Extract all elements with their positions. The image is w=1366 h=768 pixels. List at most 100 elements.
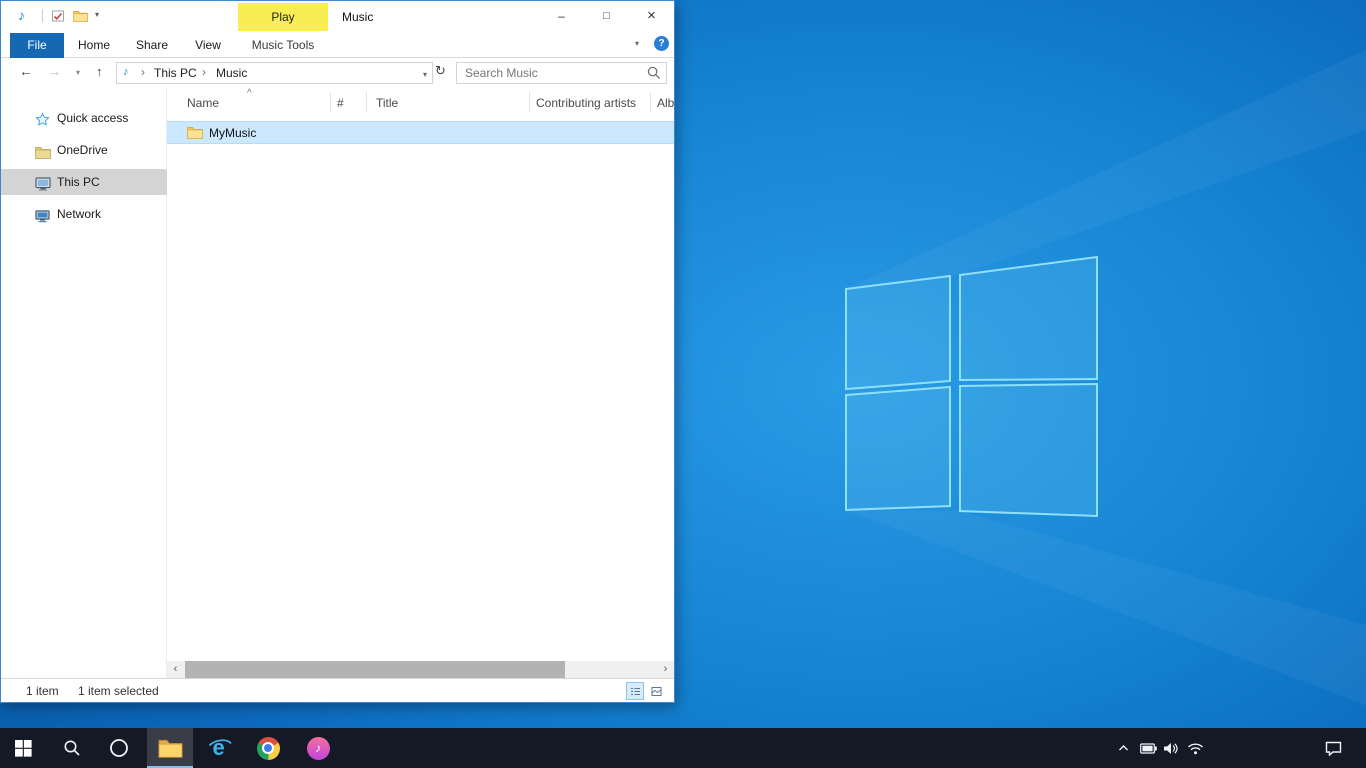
breadcrumb-this-pc[interactable]: This PC: [154, 66, 197, 80]
column-divider[interactable]: [330, 92, 331, 112]
column-header-name[interactable]: Name: [187, 96, 219, 110]
onedrive-icon: [35, 142, 51, 168]
chrome-icon: [257, 737, 280, 760]
new-folder-icon[interactable]: [73, 10, 88, 25]
ribbon-collapse-chevron-icon[interactable]: ▾: [635, 39, 639, 48]
file-list-pane: ^ Name # Title Contributing artists Alb …: [167, 88, 674, 678]
up-button[interactable]: ↑: [96, 64, 103, 79]
sidebar-item-label: OneDrive: [57, 137, 108, 163]
svg-text:e: e: [213, 735, 225, 760]
internet-explorer-icon: e: [207, 735, 233, 761]
file-explorer-window: ♪ ▾ Play Music – □ × File Home Share Vie…: [0, 0, 675, 703]
column-divider[interactable]: [650, 92, 651, 112]
app-music-note-icon[interactable]: ♪: [18, 7, 25, 23]
column-header-number[interactable]: #: [337, 96, 344, 110]
tab-share[interactable]: Share: [124, 33, 180, 58]
action-center-button[interactable]: [1318, 728, 1348, 768]
file-explorer-icon: [158, 738, 183, 758]
file-row-mymusic[interactable]: MyMusic: [167, 121, 674, 144]
column-header-title[interactable]: Title: [376, 96, 398, 110]
sort-ascending-icon: ^: [247, 88, 252, 99]
show-hidden-icons-button[interactable]: [1112, 728, 1134, 768]
sidebar-item-label: This PC: [57, 169, 100, 195]
column-divider[interactable]: [366, 92, 367, 112]
status-bar: 1 item 1 item selected: [1, 678, 674, 702]
windows-start-icon: [15, 740, 32, 757]
scroll-left-arrow-icon[interactable]: ‹: [167, 661, 184, 678]
sidebar-item-label: Network: [57, 201, 101, 227]
tab-file[interactable]: File: [10, 33, 64, 58]
taskbar: e ♪: [0, 728, 1366, 768]
battery-icon: [1140, 743, 1157, 754]
titlebar[interactable]: ♪ ▾ Play Music – □ ×: [1, 1, 674, 31]
search-icon: [63, 739, 81, 757]
search-input[interactable]: [457, 63, 666, 83]
forward-button[interactable]: →: [47, 63, 61, 79]
address-bar[interactable]: ♪ › This PC › Music ▾: [116, 62, 433, 84]
volume-tray-button[interactable]: [1160, 728, 1182, 768]
network-icon: [35, 206, 51, 232]
sidebar-item-label: Quick access: [57, 105, 128, 131]
horizontal-scrollbar[interactable]: ‹ ›: [167, 661, 674, 678]
refresh-button[interactable]: ↻: [435, 63, 446, 79]
qat-customize-chevron-icon[interactable]: ▾: [95, 10, 99, 19]
details-view-button[interactable]: [626, 682, 644, 700]
window-title: Music: [342, 10, 373, 24]
file-name: MyMusic: [209, 126, 256, 140]
selection-summary: 1 item selected: [78, 684, 159, 698]
caption-buttons: – □ ×: [539, 1, 674, 31]
quick-access-star-icon: [35, 110, 50, 136]
itunes-icon: ♪: [307, 737, 330, 760]
column-header-album[interactable]: Alb: [657, 96, 674, 110]
taskbar-chrome-button[interactable]: [245, 728, 291, 768]
help-button[interactable]: ?: [654, 36, 669, 51]
item-count: 1 item: [26, 684, 59, 698]
tab-home[interactable]: Home: [67, 33, 121, 58]
breadcrumb-separator-icon[interactable]: ›: [141, 65, 145, 79]
network-tray-button[interactable]: [1184, 728, 1206, 768]
minimize-button[interactable]: –: [539, 1, 584, 31]
taskbar-search-button[interactable]: [49, 728, 95, 768]
sidebar-item-quick-access[interactable]: Quick access: [1, 105, 167, 131]
contextual-tab-play[interactable]: Play: [238, 3, 328, 31]
sidebar-item-this-pc[interactable]: This PC: [1, 169, 167, 195]
qat-separator: [42, 9, 43, 22]
speaker-icon: [1163, 742, 1179, 755]
chrome-center-dot: [264, 744, 272, 752]
column-divider[interactable]: [529, 92, 530, 112]
tab-music-tools[interactable]: Music Tools: [237, 33, 329, 58]
search-box[interactable]: [456, 62, 667, 84]
start-button[interactable]: [0, 728, 46, 768]
large-icons-view-button[interactable]: [647, 682, 665, 700]
folder-icon: [187, 126, 203, 142]
navigation-bar: ← → ▾ ↑ ♪ › This PC › Music ▾ ↻: [1, 58, 674, 88]
back-button[interactable]: ←: [19, 63, 33, 79]
properties-icon[interactable]: [51, 9, 65, 26]
sidebar-item-network[interactable]: Network: [1, 201, 167, 227]
taskbar-file-explorer-button[interactable]: [147, 728, 193, 768]
cortana-button[interactable]: [96, 728, 142, 768]
tab-view[interactable]: View: [183, 33, 233, 58]
maximize-button[interactable]: □: [584, 1, 629, 31]
close-button[interactable]: ×: [629, 1, 674, 31]
recent-locations-chevron-icon[interactable]: ▾: [76, 68, 80, 77]
breadcrumb-separator-icon[interactable]: ›: [202, 65, 206, 79]
ribbon-tab-row: File Home Share View Music Tools ▾ ?: [1, 31, 674, 58]
chevron-up-icon: [1118, 744, 1129, 752]
address-dropdown-chevron-icon[interactable]: ▾: [423, 70, 427, 79]
column-header-contributing-artists[interactable]: Contributing artists: [536, 96, 636, 110]
computer-icon: [35, 174, 51, 200]
battery-tray-button[interactable]: [1137, 728, 1159, 768]
address-location-icon: ♪: [123, 66, 129, 78]
scrollbar-thumb[interactable]: [185, 661, 565, 678]
action-center-icon: [1325, 741, 1342, 756]
taskbar-internet-explorer-button[interactable]: e: [197, 728, 243, 768]
breadcrumb-music[interactable]: Music: [216, 66, 247, 80]
search-icon[interactable]: [647, 66, 661, 83]
desktop: ♪ ▾ Play Music – □ × File Home Share Vie…: [0, 0, 1366, 768]
sidebar-item-onedrive[interactable]: OneDrive: [1, 137, 167, 163]
scroll-right-arrow-icon[interactable]: ›: [657, 661, 674, 678]
wifi-icon: [1187, 742, 1204, 755]
cortana-circle-icon: [109, 738, 129, 758]
taskbar-itunes-button[interactable]: ♪: [295, 728, 341, 768]
